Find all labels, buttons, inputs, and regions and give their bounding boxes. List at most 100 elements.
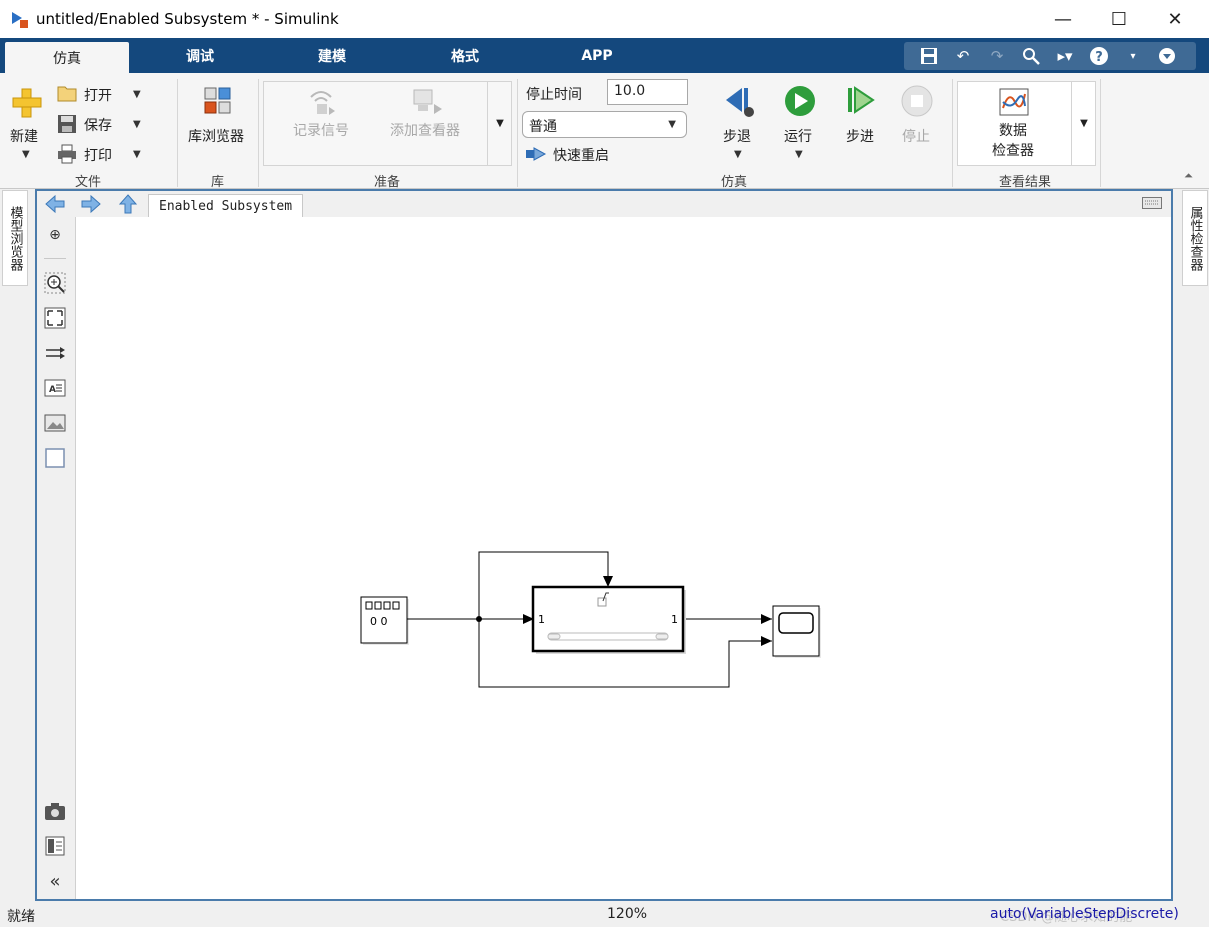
svg-text:A: A xyxy=(49,385,56,395)
library-browser-icon[interactable] xyxy=(204,87,232,115)
step-back-dropdown-icon[interactable]: ▼ xyxy=(734,149,742,160)
minimize-button[interactable]: — xyxy=(1035,0,1091,38)
simulink-logo-icon xyxy=(12,12,28,28)
breadcrumb[interactable]: Enabled Subsystem xyxy=(148,194,304,218)
section-divider xyxy=(952,79,953,187)
model-browser-tab[interactable]: 模型浏览器 xyxy=(2,190,28,286)
step-forward-button[interactable]: 步进 xyxy=(846,126,874,146)
stop-button[interactable]: 停止 xyxy=(902,126,930,146)
solver-status[interactable]: auto(VariableStepDiscrete) xyxy=(990,906,1179,922)
data-inspector-icon[interactable] xyxy=(999,88,1029,116)
section-simulate-label: 仿真 xyxy=(721,175,748,190)
status-text: 就绪 xyxy=(7,909,35,925)
open-folder-icon xyxy=(57,86,77,102)
tab-simulation[interactable]: 仿真 xyxy=(5,42,129,73)
hide-show-explorer-icon[interactable]: ⊕ xyxy=(44,224,66,246)
run-dropdown-icon[interactable]: ▼ xyxy=(795,149,803,160)
fast-restart-icon xyxy=(526,147,547,161)
subsystem-output-port-label: 1 xyxy=(671,613,678,626)
log-signal-button[interactable]: 记录信号 xyxy=(293,120,349,140)
fast-restart-button[interactable]: 快速重启 xyxy=(553,145,609,165)
stop-icon[interactable] xyxy=(901,85,935,119)
new-button[interactable]: 新建 xyxy=(10,126,38,146)
save-icon[interactable] xyxy=(916,44,942,68)
save-button[interactable]: 保存 xyxy=(84,115,112,135)
fit-to-view-icon[interactable] xyxy=(44,307,66,329)
search-icon[interactable] xyxy=(1018,44,1044,68)
tab-debug[interactable]: 调试 xyxy=(140,38,260,73)
add-viewer-icon xyxy=(413,89,442,114)
help-dropdown-icon[interactable]: ▾ xyxy=(1120,44,1146,68)
annotation-icon[interactable]: A xyxy=(44,377,66,399)
tab-apps[interactable]: APP xyxy=(537,38,657,73)
step-back-button[interactable]: 步退 xyxy=(723,126,751,146)
zoom-in-icon[interactable] xyxy=(44,272,66,294)
section-divider xyxy=(1100,79,1101,187)
subsystem-preview-bar xyxy=(547,632,669,641)
step-back-icon[interactable] xyxy=(722,85,756,119)
image-icon[interactable] xyxy=(44,412,66,434)
run-icon[interactable] xyxy=(783,85,817,119)
undo-icon[interactable]: ↶ xyxy=(950,44,976,68)
print-dropdown-icon[interactable]: ▼ xyxy=(133,149,141,160)
enabled-subsystem-block[interactable]: 1 1 xyxy=(531,585,686,654)
collapse-ribbon-icon[interactable]: ⏶ xyxy=(1184,169,1193,183)
help-icon[interactable]: ? xyxy=(1086,44,1112,68)
log-signal-icon xyxy=(310,91,335,115)
maximize-button[interactable]: ☐ xyxy=(1091,0,1147,38)
source-block-value: 0 0 xyxy=(370,615,388,628)
open-dropdown-icon[interactable]: ▼ xyxy=(133,89,141,100)
simulation-mode-value: 普通 xyxy=(529,119,557,135)
section-divider xyxy=(177,79,178,187)
library-browser-button[interactable]: 库浏览器 xyxy=(188,126,244,146)
subsystem-input-port-label: 1 xyxy=(538,613,545,626)
section-prepare-label: 准备 xyxy=(374,175,401,190)
printer-icon xyxy=(58,144,76,164)
source-block[interactable]: 0 0 xyxy=(360,596,409,645)
new-icon[interactable] xyxy=(11,87,43,119)
chevron-down-icon: ▼ xyxy=(668,119,676,130)
viewer-menu-icon[interactable]: ▸▾ xyxy=(1052,44,1078,68)
section-divider xyxy=(258,79,259,187)
property-inspector-icon[interactable] xyxy=(44,835,66,857)
enable-port-icon xyxy=(597,597,607,607)
svg-text:?: ? xyxy=(1095,50,1103,65)
property-inspector-tab[interactable]: 属性检查器 xyxy=(1182,190,1208,286)
block-diagram: 0 0 1 1 xyxy=(360,551,821,688)
keyboard-icon[interactable] xyxy=(1142,197,1162,209)
camera-icon[interactable] xyxy=(44,800,66,822)
run-button[interactable]: 运行 xyxy=(784,126,812,146)
tab-modeling[interactable]: 建模 xyxy=(272,38,392,73)
close-button[interactable]: ✕ xyxy=(1147,0,1203,38)
save-dropdown-icon[interactable]: ▼ xyxy=(133,119,141,130)
stop-time-label: 停止时间 xyxy=(526,87,582,103)
forward-arrow-icon[interactable] xyxy=(80,194,102,214)
print-button[interactable]: 打印 xyxy=(84,145,112,165)
window-title: untitled/Enabled Subsystem * - Simulink xyxy=(36,10,339,28)
simulation-mode-select[interactable]: 普通 ▼ xyxy=(522,111,687,138)
route-lines-icon[interactable] xyxy=(44,342,66,364)
palette-divider xyxy=(44,258,66,259)
up-arrow-icon[interactable] xyxy=(118,193,138,215)
scope-block[interactable] xyxy=(772,605,821,658)
minimize-ribbon-icon[interactable] xyxy=(1154,44,1180,68)
data-inspector-label-1[interactable]: 数据 xyxy=(999,120,1027,140)
area-icon[interactable] xyxy=(44,447,66,469)
back-arrow-icon[interactable] xyxy=(44,194,66,214)
prepare-gallery-expand-icon[interactable]: ▼ xyxy=(487,81,512,166)
zoom-level: 120% xyxy=(607,906,648,922)
stop-time-input[interactable]: 10.0 xyxy=(607,79,688,105)
collapse-palette-icon[interactable]: « xyxy=(44,870,66,892)
redo-icon[interactable]: ↷ xyxy=(984,44,1010,68)
review-gallery-expand-icon[interactable]: ▼ xyxy=(1071,81,1096,166)
open-button[interactable]: 打开 xyxy=(84,85,112,105)
add-viewer-button[interactable]: 添加查看器 xyxy=(390,120,460,140)
new-dropdown-icon[interactable]: ▼ xyxy=(22,149,30,160)
step-forward-icon[interactable] xyxy=(845,85,879,119)
tab-format[interactable]: 格式 xyxy=(405,38,525,73)
model-canvas[interactable]: 0 0 1 1 xyxy=(75,217,1171,899)
data-inspector-label-2[interactable]: 检查器 xyxy=(992,140,1034,160)
ribbon: 新建 ▼ 打开 ▼ 保存 ▼ 打印 ▼ 文件 库浏览器 库 记录信号 添加查看器… xyxy=(0,73,1209,190)
save-disk-icon xyxy=(58,115,76,133)
section-library-label: 库 xyxy=(211,175,225,190)
